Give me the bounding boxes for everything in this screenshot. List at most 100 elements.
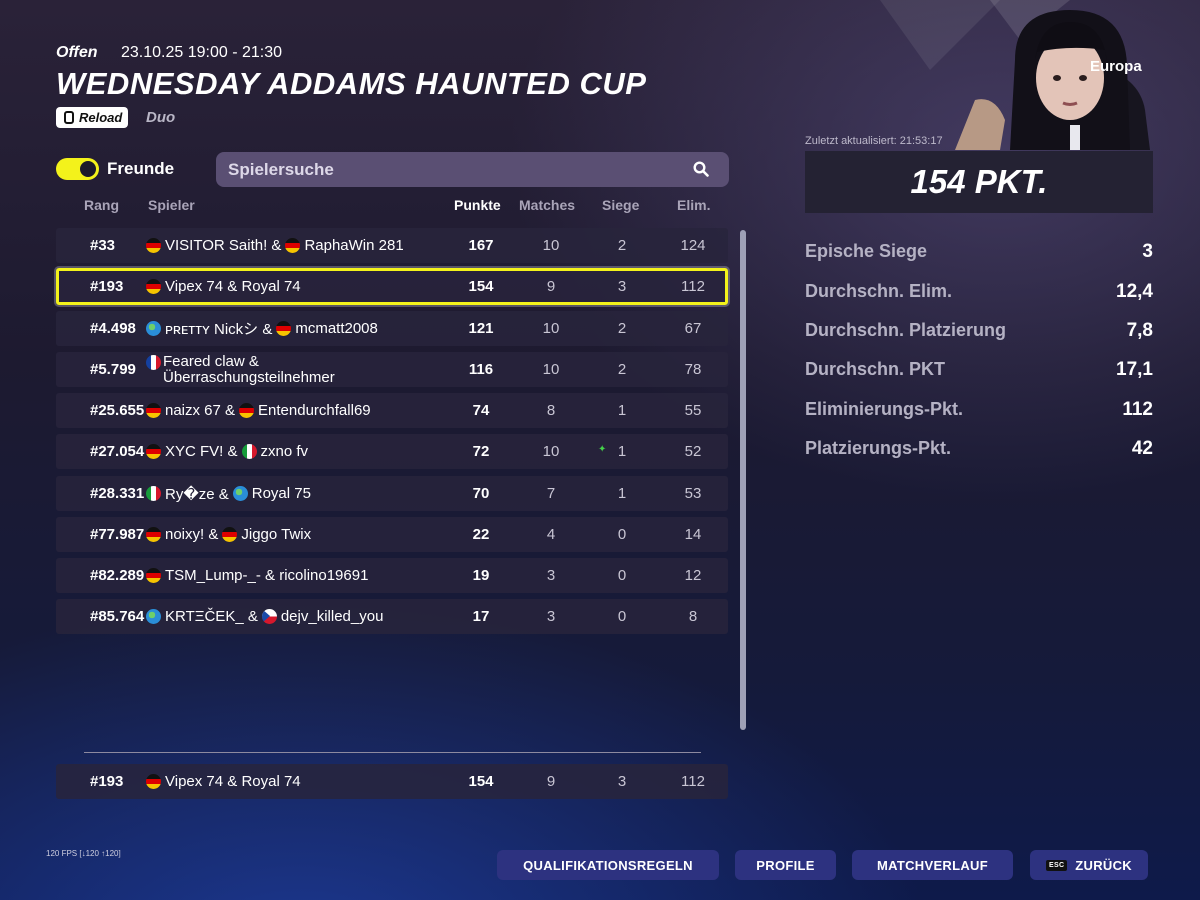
row-points: 116 xyxy=(468,361,494,378)
match-history-button[interactable]: MATCHVERLAUF xyxy=(852,850,1013,880)
row-matches: 10 xyxy=(542,237,560,254)
back-button[interactable]: ESC ZURÜCK xyxy=(1030,850,1148,880)
flag-italy-icon xyxy=(146,486,161,501)
player-name: Ry�ze & xyxy=(165,485,229,503)
player-name: mcmatt2008 xyxy=(295,320,378,337)
header-rank: Rang xyxy=(84,197,119,213)
row-matches: 8 xyxy=(546,402,556,419)
flag-germany-icon xyxy=(146,568,161,583)
header-player: Spieler xyxy=(148,197,195,213)
header-wins[interactable]: Siege xyxy=(602,197,639,213)
row-matches: 9 xyxy=(546,773,556,790)
stat-value-avg-placement: 7,8 xyxy=(1126,320,1153,341)
player-search-input[interactable]: Spielersuche xyxy=(216,152,729,187)
row-points: 72 xyxy=(472,443,490,460)
table-row[interactable]: #82.289 TSM_Lump-_- & ricolino19691 19 3… xyxy=(56,558,728,593)
row-matches: 4 xyxy=(546,526,556,543)
row-elims: 124 xyxy=(680,237,706,254)
row-players: noixy! & Jiggo Twix xyxy=(146,517,436,552)
table-row[interactable]: #28.331 Ry�ze & Royal 75 70 7 1 53 xyxy=(56,476,728,511)
event-title: WEDNESDAY ADDAMS HAUNTED CUP xyxy=(56,66,647,101)
row-points: 167 xyxy=(468,237,494,254)
stat-label-avg-points: Durchschn. PKT xyxy=(805,359,946,379)
globe-icon xyxy=(232,486,248,501)
row-players: Ry�ze & Royal 75 xyxy=(146,476,436,511)
region-label: Europa xyxy=(1090,58,1142,75)
row-wins: 2 xyxy=(617,320,627,337)
event-mode: Duo xyxy=(146,109,176,126)
stat-value-avg-elim: 12,4 xyxy=(1116,281,1153,302)
row-elims: 53 xyxy=(684,485,702,502)
stat-label-epic-wins: Epische Siege xyxy=(805,241,928,261)
character-avatar xyxy=(955,10,1150,150)
row-matches: 10 xyxy=(542,361,560,378)
table-row[interactable]: #27.054 XYC FV! & zxno fv 72 10 ✦ 1 52 xyxy=(56,434,728,469)
flag-france-icon xyxy=(146,355,161,370)
player-name: zxno fv xyxy=(260,443,309,460)
row-rank: #25.655 xyxy=(90,402,145,419)
row-wins: 1 xyxy=(617,402,627,419)
player-name: dejv_killed_you xyxy=(280,608,384,625)
row-matches: 3 xyxy=(546,567,556,584)
player-name: Feared claw & Überraschungsteilnehmer xyxy=(163,353,335,386)
leaderboard-scrollbar[interactable] xyxy=(740,230,746,730)
qualification-rules-button[interactable]: QUALIFIKATIONSREGELN xyxy=(497,850,719,880)
header-elims[interactable]: Elim. xyxy=(677,197,710,213)
table-row[interactable]: #25.655 naizx 67 & Entendurchfall69 74 8… xyxy=(56,393,728,428)
flag-germany-icon xyxy=(146,774,161,789)
row-players: KRTΞČEK_ & dejv_killed_you xyxy=(146,599,436,634)
row-points: 70 xyxy=(472,485,490,502)
row-wins: 3 xyxy=(617,278,627,295)
row-elims: 112 xyxy=(681,773,705,790)
header-points[interactable]: Punkte xyxy=(454,197,501,213)
row-wins: 1 xyxy=(617,485,627,502)
flag-germany-icon xyxy=(146,238,161,253)
row-points: 154 xyxy=(468,773,494,790)
row-players: Feared claw & Überraschungsteilnehmer xyxy=(146,352,436,387)
back-button-label: ZURÜCK xyxy=(1075,857,1132,873)
row-rank: #77.987 xyxy=(90,526,145,543)
table-row[interactable]: #5.799 Feared claw & Überraschungsteilne… xyxy=(56,352,728,387)
table-row[interactable]: #85.764 KRTΞČEK_ & dejv_killed_you 17 3 … xyxy=(56,599,728,634)
esc-key-icon: ESC xyxy=(1046,859,1068,871)
table-row[interactable]: #4.498 ᴘʀᴇᴛᴛʏ Nickシ & mcmatt2008 121 10 … xyxy=(56,311,728,346)
search-icon[interactable] xyxy=(693,161,709,177)
table-row-own-team[interactable]: #193 Vipex 74 & Royal 74 154 9 3 112 xyxy=(56,268,728,305)
player-name: naizx 67 & xyxy=(165,402,236,419)
row-wins: 0 xyxy=(617,608,627,625)
friends-toggle[interactable] xyxy=(56,158,99,180)
row-wins: 2 xyxy=(617,361,627,378)
row-points: 154 xyxy=(468,278,494,295)
row-points: 22 xyxy=(472,526,490,543)
row-matches: 10 xyxy=(542,320,560,337)
row-rank: #82.289 xyxy=(90,567,145,584)
row-elims: 78 xyxy=(684,361,702,378)
row-players: Vipex 74 & Royal 74 xyxy=(146,271,436,302)
player-name: Jiggo Twix xyxy=(241,526,312,543)
row-elims: 67 xyxy=(684,320,702,337)
header-matches[interactable]: Matches xyxy=(519,197,575,213)
row-elims: 112 xyxy=(681,278,705,295)
stat-value-placement-points: 42 xyxy=(1131,438,1153,459)
row-wins: 3 xyxy=(617,773,627,790)
player-name: VISITOR Saith! & xyxy=(165,237,282,254)
table-row[interactable]: #33 VISITOR Saith! & RaphaWin 281 167 10… xyxy=(56,228,728,263)
flag-germany-icon xyxy=(285,238,301,253)
table-row[interactable]: #77.987 noixy! & Jiggo Twix 22 4 0 14 xyxy=(56,517,728,552)
row-players: TSM_Lump-_- & ricolino19691 xyxy=(146,558,436,593)
row-matches: 9 xyxy=(546,278,556,295)
row-wins: 1 xyxy=(617,443,627,460)
flag-germany-icon xyxy=(222,527,238,542)
stat-label-placement-points: Platzierungs-Pkt. xyxy=(805,438,952,458)
row-rank: #28.331 xyxy=(90,485,145,502)
reload-badge: Reload xyxy=(56,107,129,128)
flag-italy-icon xyxy=(241,444,257,459)
row-rank: #33 xyxy=(90,237,116,254)
search-placeholder: Spielersuche xyxy=(228,159,334,179)
event-status: Offen xyxy=(56,44,98,61)
player-name: noixy! & xyxy=(165,526,219,543)
row-elims: 55 xyxy=(684,402,702,419)
profiles-button[interactable]: PROFILE xyxy=(735,850,836,880)
pinned-own-row[interactable]: #193 Vipex 74 & Royal 74 154 9 3 112 xyxy=(56,764,728,799)
flag-germany-icon xyxy=(146,403,161,418)
